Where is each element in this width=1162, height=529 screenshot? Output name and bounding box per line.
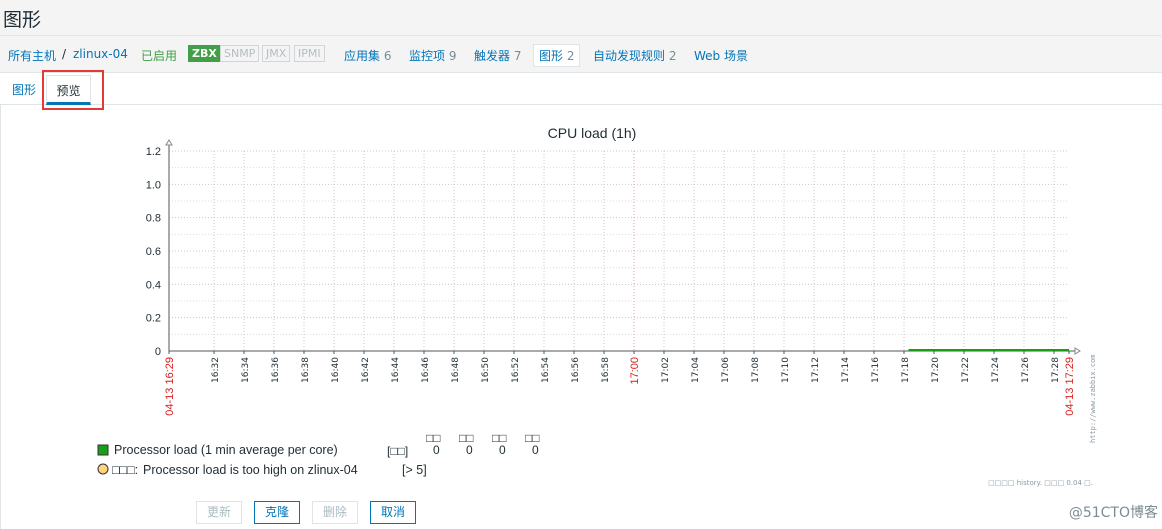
grid-layer	[169, 150, 1069, 352]
page-header: 图形	[0, 0, 1162, 36]
y-tick-label: 0.4	[146, 279, 161, 291]
y-tick-label: 1.0	[146, 179, 161, 191]
x-tick-label: 17:02	[661, 357, 671, 383]
x-tick-label: 16:52	[511, 357, 521, 383]
nav-web-scenarios[interactable]: Web 场景	[694, 47, 748, 64]
legend-trigger-prefix: □□□:	[112, 463, 138, 477]
x-tick-label: 17:06	[721, 357, 731, 383]
x-tick-label: 04-13 17:29	[1064, 357, 1076, 416]
x-tick-label: 16:42	[361, 357, 371, 383]
x-tick-label: 17:14	[841, 357, 851, 383]
nav-triggers[interactable]: 触发器 7	[474, 47, 521, 64]
legend-value-max: 0	[532, 443, 539, 457]
x-tick-label: 16:34	[241, 357, 251, 383]
legend-series-name: Processor load (1 min average per core)	[114, 443, 338, 457]
x-tick-label: 16:50	[481, 357, 491, 383]
legend-trigger-swatch	[97, 463, 109, 475]
legend-series-swatch	[97, 444, 109, 456]
x-tick-label: 04-13 16:29	[164, 357, 176, 416]
x-tick-label: 16:36	[271, 357, 281, 383]
delete-button[interactable]: 删除	[312, 501, 359, 524]
x-tick-label: 17:26	[1021, 357, 1031, 383]
availability-zbx-badge: ZBX	[188, 45, 221, 62]
legend-value-last: 0	[433, 443, 440, 457]
y-tick-label: 0.8	[146, 213, 161, 225]
host-status[interactable]: 已启用	[141, 47, 177, 64]
x-tick-label: 17:10	[781, 357, 791, 383]
x-tick-label: 16:44	[391, 357, 401, 383]
watermark-text: @51CTO博客	[1068, 505, 1158, 521]
x-tick-label: 16:58	[601, 357, 611, 383]
cancel-button[interactable]: 取消	[370, 501, 417, 524]
x-tick-label: 17:16	[871, 357, 881, 383]
breadcrumb-separator: /	[62, 47, 67, 61]
availability-snmp-badge: SNMP	[220, 45, 260, 62]
x-tick-label: 17:12	[811, 357, 821, 383]
graph-legend: □□ □□ □□ □□ Processor load (1 min averag…	[97, 431, 540, 477]
nav-applications[interactable]: 应用集 6	[344, 47, 391, 64]
tab-graph[interactable]: 图形	[12, 81, 36, 98]
nav-graphs[interactable]: 图形 2	[533, 44, 581, 67]
nav-items[interactable]: 监控项 9	[409, 47, 456, 64]
legend-value-min: 0	[466, 443, 473, 457]
tab-preview[interactable]: 预览	[46, 75, 91, 105]
cpu-load-graph: 0 0.2 0.4 0.6 0.8 1.0 1.2 04-13 16:29 16:32 16:34…	[97, 125, 1097, 487]
zabbix-url-label: http://www.zabbix.com	[1089, 354, 1097, 443]
y-tick-label: 0.2	[146, 313, 161, 325]
x-tick-label: 16:48	[451, 357, 461, 383]
x-tick-label: 17:04	[691, 357, 701, 383]
graph-footer-note: □□□□ history. □□□ 0.04 □.	[988, 479, 1093, 487]
x-tick-label: 17:20	[931, 357, 941, 383]
breadcrumb-all-hosts[interactable]: 所有主机	[8, 47, 56, 64]
y-tick-label: 1.2	[146, 146, 161, 158]
x-tick-label: 17:08	[751, 357, 761, 383]
x-tick-label: 16:46	[421, 357, 431, 383]
y-axis-arrow	[165, 139, 173, 146]
graph-preview-area: 0 0.2 0.4 0.6 0.8 1.0 1.2 04-13 16:29 16:32 16:34…	[0, 105, 1162, 529]
legend-trigger-threshold: [> 5]	[402, 463, 427, 477]
x-tick-label: 16:40	[331, 357, 341, 383]
clone-button[interactable]: 克隆	[254, 501, 301, 524]
x-tick-label: 17:24	[991, 357, 1001, 383]
x-tick-label: 17:28	[1051, 357, 1061, 383]
chart-title: CPU load (1h)	[548, 125, 637, 141]
x-tick-label: 17:00	[629, 357, 641, 385]
x-tick-label: 17:22	[961, 357, 971, 383]
page-title: 图形	[3, 9, 42, 31]
update-button[interactable]: 更新	[196, 501, 243, 524]
legend-series-func: [□□]	[387, 444, 408, 458]
tab-bar: 图形 预览	[0, 73, 1162, 105]
x-tick-label: 16:54	[541, 357, 551, 383]
y-tick-label: 0.6	[146, 246, 161, 258]
availability-ipmi-badge: IPMI	[294, 45, 325, 62]
x-tick-label: 16:56	[571, 357, 581, 383]
legend-trigger-name: Processor load is too high on zlinux-04	[143, 463, 358, 477]
nav-discovery-rules[interactable]: 自动发现规则 2	[593, 47, 676, 64]
y-tick-label: 0	[155, 346, 161, 358]
x-tick-label: 17:18	[901, 357, 911, 383]
availability-jmx-badge: JMX	[262, 45, 291, 62]
x-tick-label: 16:32	[211, 357, 221, 383]
breadcrumb-host[interactable]: zlinux-04	[73, 47, 128, 61]
host-navigation: 所有主机 / zlinux-04 已启用 ZBX SNMP JMX IPMI 应…	[0, 36, 1162, 73]
legend-value-avg: 0	[499, 443, 506, 457]
x-tick-label: 16:38	[301, 357, 311, 383]
x-axis-arrow	[1074, 347, 1081, 355]
